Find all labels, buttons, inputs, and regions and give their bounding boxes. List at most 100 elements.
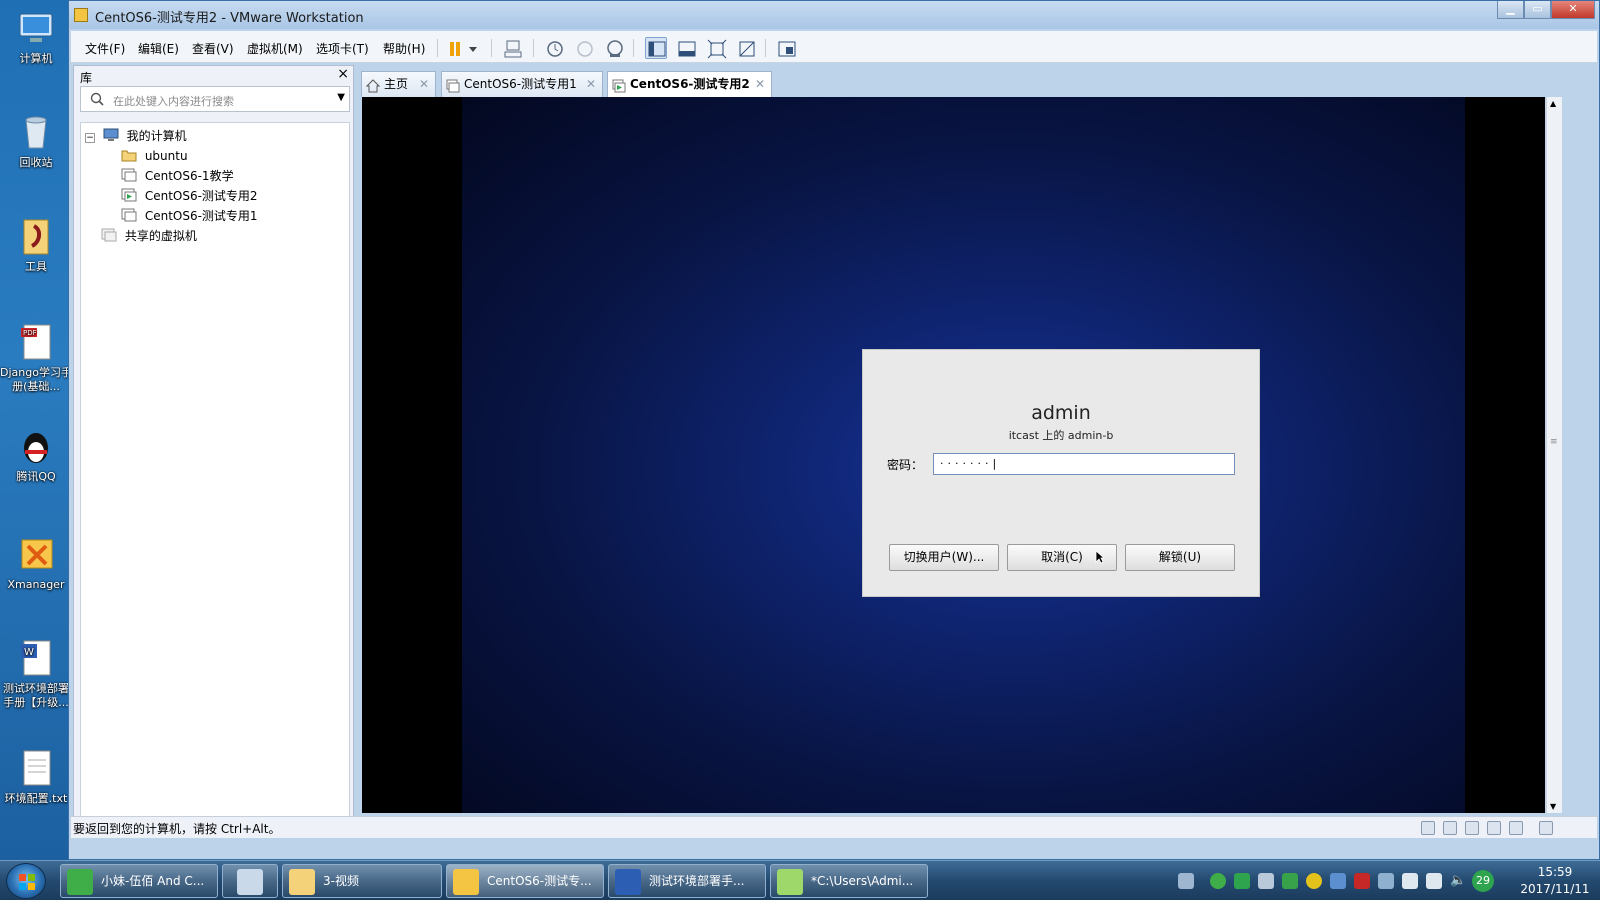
search-icon <box>90 92 104 109</box>
send-ctrl-alt-del-icon[interactable] <box>501 37 523 59</box>
desktop-icon-label: 测试环境部署手册【升级... <box>3 682 69 709</box>
tab-home[interactable]: 主页 ✕ <box>361 71 436 97</box>
desktop-icon-computer[interactable]: 计算机 <box>0 8 72 66</box>
keyboard-tray-icon[interactable] <box>1178 873 1194 889</box>
switch-user-button[interactable]: 切换用户(W)... <box>889 544 999 571</box>
volume-icon[interactable]: 🔈 <box>1450 873 1466 889</box>
tree-item-label: CentOS6-测试专用2 <box>144 189 258 203</box>
vm-running-icon <box>612 77 626 93</box>
tree-item-centos6-test2[interactable]: CentOS6-测试专用2 <box>121 187 258 205</box>
desktop: 计算机 回收站 工具 PDF Django学习手册(基础... 腾讯QQ Xma… <box>0 0 72 860</box>
power-dropdown-chevron-icon[interactable] <box>465 37 479 59</box>
menu-edit[interactable]: 编辑(E) <box>138 40 179 57</box>
desktop-icon-label: Xmanager <box>7 578 65 591</box>
devices-tray-icon[interactable] <box>1378 873 1394 889</box>
input-method-icon[interactable] <box>1330 873 1346 889</box>
recycle-bin-icon <box>16 112 56 152</box>
vm-running-icon <box>121 188 137 202</box>
paint-icon <box>237 869 263 895</box>
desktop-icon-tools[interactable]: 工具 <box>0 216 72 274</box>
mouse-cursor-icon <box>1095 550 1106 567</box>
scroll-up-icon[interactable]: ▲ <box>1550 99 1556 108</box>
menu-tabs[interactable]: 选项卡(T) <box>316 40 369 57</box>
tools-folder-icon <box>16 216 56 256</box>
tree-item-ubuntu[interactable]: ubuntu <box>121 147 188 165</box>
close-window-button[interactable]: ✕ <box>1551 1 1595 19</box>
antivirus-tray-icon[interactable] <box>1354 873 1370 889</box>
minimize-button[interactable]: ▁ <box>1497 1 1524 19</box>
taskbar-item-notepad[interactable]: *C:\Users\Admi... <box>770 864 928 898</box>
title-bar[interactable]: CentOS6-测试专用2 - VMware Workstation ▁ ▭ ✕ <box>69 1 1599 29</box>
plus-tray-icon[interactable] <box>1306 873 1322 889</box>
tab-close-icon[interactable]: ✕ <box>419 72 429 96</box>
desktop-icon-xmanager[interactable]: Xmanager <box>0 534 72 592</box>
desktop-icon-django-pdf[interactable]: PDF Django学习手册(基础... <box>0 322 72 394</box>
tree-item-label: CentOS6-测试专用1 <box>144 209 258 223</box>
tree-item-shared-vms[interactable]: 共享的虚拟机 <box>101 227 197 245</box>
desktop-icon-recycle-bin[interactable]: 回收站 <box>0 112 72 170</box>
tree-item-centos6-test1[interactable]: CentOS6-测试专用1 <box>121 207 258 225</box>
tab-centos6-test1[interactable]: CentOS6-测试专用1 ✕ <box>441 71 603 97</box>
unity-mode-icon[interactable] <box>735 37 757 59</box>
snapshot-manager-icon[interactable] <box>603 37 625 59</box>
menu-help[interactable]: 帮助(H) <box>383 40 425 57</box>
vmware-icon <box>453 869 479 895</box>
tab-centos6-test2[interactable]: CentOS6-测试专用2 ✕ <box>607 71 772 97</box>
desktop-icon-env-config[interactable]: 环境配置.txt <box>0 748 72 806</box>
snapshot-icon[interactable] <box>543 37 565 59</box>
library-close-button[interactable]: × <box>337 66 349 82</box>
tray-badge[interactable]: 29 <box>1472 870 1494 892</box>
taskbar-item-video-folder[interactable]: 3-视频 <box>282 864 442 898</box>
network-signal-icon[interactable] <box>1426 873 1442 889</box>
scroll-down-icon[interactable]: ▼ <box>1550 802 1556 811</box>
network-tray-icon[interactable] <box>1210 873 1226 889</box>
vertical-scrollbar[interactable]: ▲ ≡ ▼ <box>1546 97 1562 813</box>
show-library-icon[interactable] <box>645 37 667 59</box>
console-view-icon[interactable] <box>775 37 797 59</box>
start-button[interactable] <box>6 863 46 899</box>
library-search-input[interactable]: 在此处键入内容进行搜索 ▼ <box>80 86 350 112</box>
network-adapter-icon[interactable] <box>1465 821 1479 835</box>
tab-close-icon[interactable]: ✕ <box>586 72 596 96</box>
cd-drive-icon[interactable] <box>1443 821 1457 835</box>
hard-disk-icon[interactable] <box>1421 821 1435 835</box>
taskbar-item-music[interactable]: 小妹-伍佰 And C... <box>60 864 218 898</box>
sound-card-icon[interactable] <box>1509 821 1523 835</box>
search-dropdown-chevron-icon[interactable]: ▼ <box>337 92 345 103</box>
revert-snapshot-icon[interactable] <box>573 37 595 59</box>
desktop-icon-qq[interactable]: 腾讯QQ <box>0 426 72 484</box>
vm-console[interactable]: admin itcast 上的 admin-b 密码： ·······| 切换用… <box>362 97 1545 813</box>
taskbar-item-vmware[interactable]: CentOS6-测试专... <box>446 864 604 898</box>
taskbar-item-word-doc[interactable]: 测试环境部署手... <box>608 864 766 898</box>
password-field[interactable]: ·······| <box>933 453 1235 475</box>
tab-close-icon[interactable]: ✕ <box>755 72 765 96</box>
status-message: 要返回到您的计算机，请按 Ctrl+Alt。 <box>73 822 281 836</box>
usb-tray-icon[interactable] <box>1258 873 1274 889</box>
desktop-icon-deploy-doc[interactable]: W 测试环境部署手册【升级... <box>0 638 72 710</box>
printer-icon[interactable] <box>1487 821 1501 835</box>
collapse-toggle-icon[interactable]: − <box>85 133 95 143</box>
maximize-button[interactable]: ▭ <box>1524 1 1551 19</box>
update-tray-icon[interactable] <box>1234 873 1250 889</box>
show-thumbnail-bar-icon[interactable] <box>675 37 697 59</box>
tree-item-label: 我的计算机 <box>126 129 187 143</box>
pause-icon[interactable] <box>443 37 465 59</box>
clipboard-tray-icon[interactable] <box>1402 873 1418 889</box>
desktop-icon-label: 回收站 <box>19 156 53 169</box>
menu-file[interactable]: 文件(F) <box>85 40 125 57</box>
security-shield-icon[interactable] <box>1282 873 1298 889</box>
scroll-grip-icon[interactable]: ≡ <box>1550 437 1558 447</box>
taskbar-item-paint[interactable] <box>222 864 278 898</box>
svg-text:W: W <box>24 647 34 658</box>
unlock-button[interactable]: 解锁(U) <box>1125 544 1235 571</box>
menu-vm[interactable]: 虚拟机(M) <box>247 40 303 57</box>
menu-view[interactable]: 查看(V) <box>192 40 234 57</box>
message-log-icon[interactable] <box>1539 821 1553 835</box>
clock[interactable]: 15:59 2017/11/11 <box>1520 864 1590 898</box>
vm-tree: − 我的计算机 ubuntu CentOS6-1教学 CentOS6-测试专用2… <box>80 122 350 822</box>
guest-screen[interactable]: admin itcast 上的 admin-b 密码： ·······| 切换用… <box>462 97 1465 813</box>
tree-item-centos6-teaching[interactable]: CentOS6-1教学 <box>121 167 234 185</box>
folder-icon <box>121 148 137 162</box>
full-screen-icon[interactable] <box>705 37 727 59</box>
tree-item-my-computer[interactable]: − 我的计算机 <box>85 127 187 145</box>
